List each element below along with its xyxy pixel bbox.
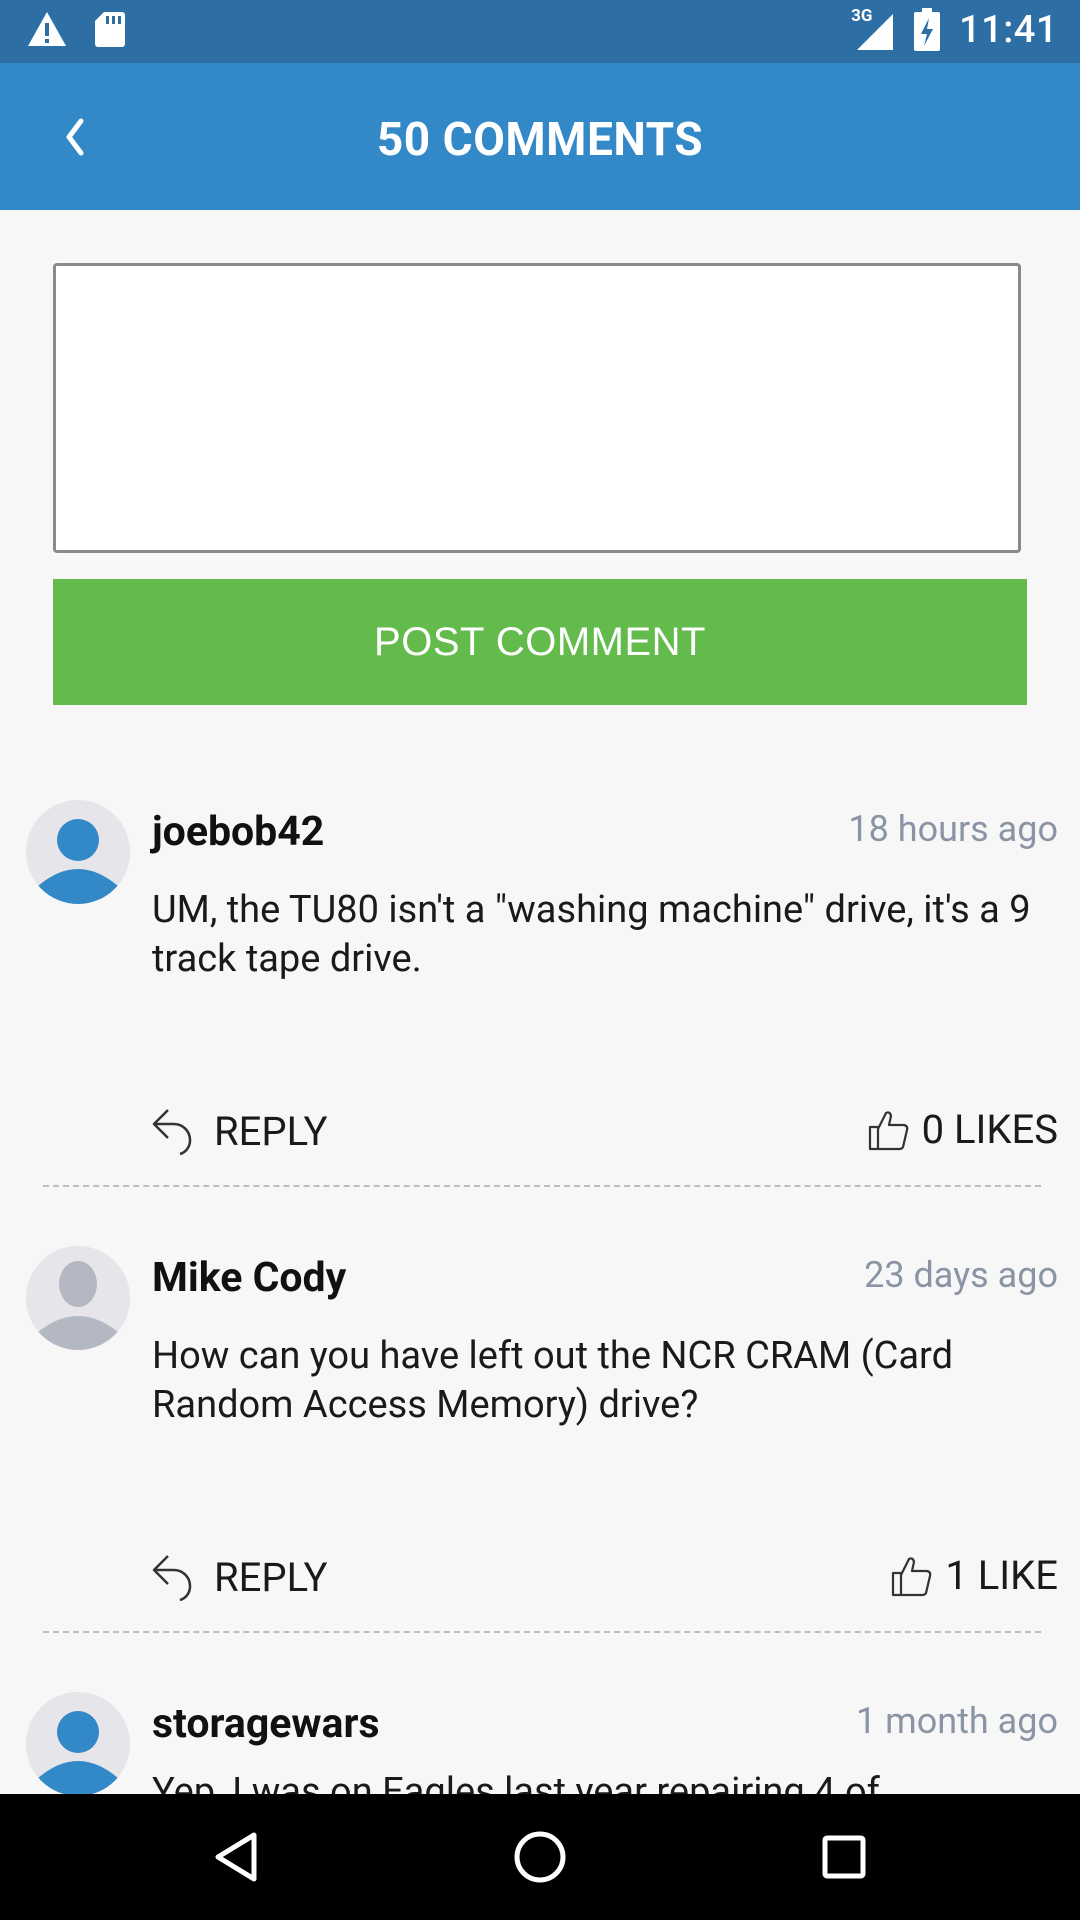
comment-timestamp: 23 days ago [864,1254,1058,1296]
clock: 11:41 [959,8,1058,52]
avatar[interactable] [26,1246,130,1350]
signal-icon: 3G [851,6,895,52]
nav-back-button[interactable] [206,1827,266,1887]
comment-username[interactable]: Mike Cody [152,1254,346,1302]
reply-label: REPLY [214,1107,328,1155]
warning-icon [28,12,66,46]
comment-timestamp: 18 hours ago [848,808,1058,850]
avatar[interactable] [26,800,130,904]
likes-count: 0 LIKES [921,1106,1058,1153]
system-nav-bar [0,1794,1080,1920]
comment-username[interactable]: joebob42 [152,808,324,856]
status-bar: 3G 11:41 [0,0,1080,63]
reply-button[interactable]: REPLY [150,1106,328,1156]
comment-username[interactable]: storagewars [152,1700,380,1748]
thumbs-up-icon [892,1556,932,1596]
reply-arrow-icon [152,1555,192,1602]
like-button[interactable]: 1 LIKE [889,1552,1058,1599]
app-bar: 50 COMMENTS [0,63,1080,210]
blue-user-avatar-icon [26,800,130,904]
nav-recents-button[interactable] [814,1827,874,1887]
page-title: 50 COMMENTS [376,113,704,167]
recents-square-icon [822,1835,866,1879]
comment-text: Yep, I was on Eagles last year repairing… [152,1770,880,1794]
comment-text: How can you have left out the NCR CRAM (… [152,1334,954,1427]
battery-charging-icon [914,8,941,51]
avatar[interactable] [26,1692,130,1794]
comment-input[interactable] [53,263,1021,553]
sd-card-icon [95,12,125,47]
divider [43,1631,1041,1633]
nav-home-button[interactable] [510,1827,570,1887]
back-triangle-icon [215,1832,257,1882]
reply-button[interactable]: REPLY [150,1552,328,1602]
gray-user-avatar-icon [26,1246,130,1350]
like-button[interactable]: 0 LIKES [866,1106,1058,1153]
comment-text: UM, the TU80 isn't a "washing machine" d… [152,888,1031,981]
home-circle-icon [514,1831,566,1883]
comment-timestamp: 1 month ago [855,1700,1058,1742]
blue-user-avatar-icon [26,1692,130,1794]
comment-item: storagewars 1 month ago Yep, I was on Ea… [0,1692,1080,1794]
reply-arrow-icon [152,1109,192,1156]
reply-label: REPLY [214,1553,328,1601]
post-comment-button[interactable]: POST COMMENT [53,579,1027,705]
divider [43,1185,1041,1187]
likes-count: 1 LIKE [945,1552,1058,1599]
thumbs-up-icon [868,1110,908,1150]
